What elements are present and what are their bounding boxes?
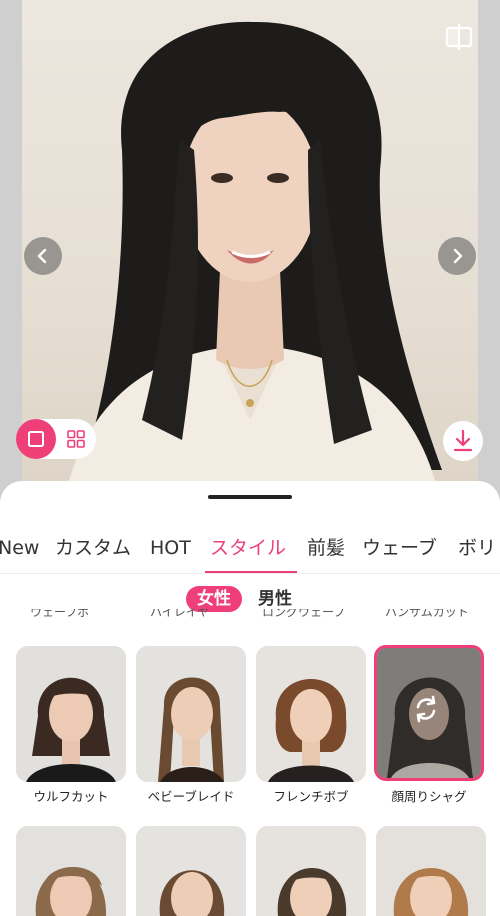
grid-view-icon (67, 430, 85, 448)
previous-row-labels: ウェーブボ ハイレイヤ ロングウェーブ ハンサムカット (0, 609, 500, 623)
style-thumbnail (256, 826, 366, 916)
grid-view-button[interactable] (56, 419, 96, 459)
tab-style[interactable]: スタイル (210, 533, 286, 563)
tab-divider (0, 573, 500, 574)
style-label: ウルフカット (33, 789, 109, 804)
refresh-icon (416, 695, 436, 723)
style-card[interactable] (256, 826, 366, 916)
chevron-right-icon (453, 248, 463, 264)
previous-row-label: ハンサムカット (385, 609, 469, 619)
chevron-left-icon (37, 248, 47, 264)
preview-area (0, 0, 500, 510)
compare-icon (445, 24, 473, 50)
style-thumbnail (16, 646, 126, 782)
previous-row-label: ロングウェーブ (262, 609, 346, 619)
previous-row-label: ウェーブボ (30, 609, 90, 619)
tab-hot[interactable]: HOT (150, 533, 191, 563)
style-thumbnail (136, 826, 246, 916)
style-card-wolf-cut[interactable] (16, 646, 126, 782)
previous-photo-button[interactable] (24, 237, 62, 275)
style-thumbnail (136, 646, 246, 782)
compare-button[interactable] (442, 20, 476, 54)
view-mode-toggle (16, 419, 96, 459)
single-view-icon (28, 431, 44, 447)
regenerate-button[interactable] (411, 694, 451, 734)
style-card-baby-braid[interactable] (136, 646, 246, 782)
tab-bangs[interactable]: 前髪 (307, 533, 345, 563)
style-thumbnail (376, 826, 486, 916)
tab-volume[interactable]: ボリ (458, 533, 496, 563)
single-view-button[interactable] (16, 419, 56, 459)
style-picker-sheet: New カスタム HOT スタイル 前髪 ウェーブ ボリ 女性 男性 ウェーブボ… (0, 481, 500, 916)
previous-row-label: ハイレイヤ (150, 609, 210, 619)
next-photo-button[interactable] (438, 237, 476, 275)
download-icon (453, 429, 473, 452)
style-thumbnail (256, 646, 366, 782)
style-card-face-shag[interactable] (374, 645, 484, 781)
style-card[interactable] (136, 826, 246, 916)
style-card-french-bob[interactable] (256, 646, 366, 782)
style-label: フレンチボブ (273, 789, 349, 804)
style-label: 顔周りシャグ (391, 789, 467, 804)
tab-wave[interactable]: ウェーブ (362, 533, 437, 563)
tab-custom[interactable]: カスタム (55, 533, 131, 563)
tab-new[interactable]: New (0, 533, 39, 563)
style-thumbnail (16, 826, 126, 916)
style-card[interactable] (16, 826, 126, 916)
style-label: ベビーブレイド (147, 789, 235, 804)
download-button[interactable] (443, 421, 483, 461)
style-card[interactable] (376, 826, 486, 916)
sheet-drag-handle[interactable] (208, 495, 292, 499)
